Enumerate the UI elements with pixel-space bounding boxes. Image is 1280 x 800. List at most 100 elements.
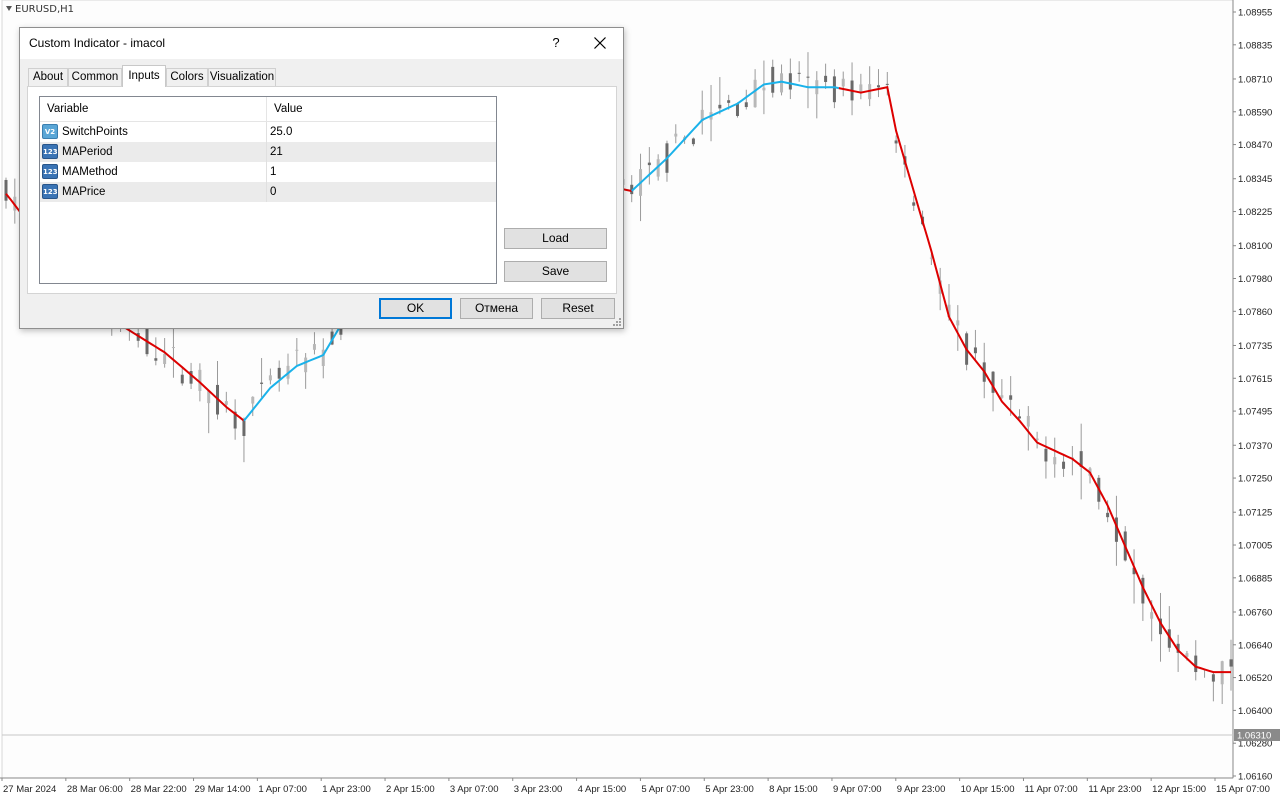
- column-header-value[interactable]: Value: [267, 97, 496, 122]
- value-cell[interactable]: 1: [267, 162, 496, 182]
- time-label: 12 Apr 15:00: [1152, 784, 1206, 795]
- candle-body: [885, 83, 889, 85]
- candle-body: [727, 100, 731, 103]
- load-button[interactable]: Load: [504, 228, 607, 249]
- price-label: 1.06885: [1238, 573, 1272, 584]
- help-button[interactable]: ?: [544, 31, 568, 55]
- close-button[interactable]: [585, 31, 615, 55]
- candle-body: [797, 72, 801, 74]
- time-label: 15 Apr 07:00: [1216, 784, 1270, 795]
- candle-body: [1229, 659, 1233, 667]
- table-row[interactable]: 123 MAPeriod 21: [40, 142, 496, 162]
- candle-body: [1106, 512, 1110, 518]
- time-label: 28 Mar 06:00: [67, 784, 123, 795]
- price-label: 1.08590: [1238, 107, 1272, 118]
- reset-button[interactable]: Reset: [541, 298, 615, 319]
- candle-body: [224, 401, 228, 405]
- price-label: 1.07495: [1238, 407, 1272, 418]
- tab-about[interactable]: About: [28, 68, 68, 87]
- candle-body: [832, 76, 836, 103]
- cancel-button[interactable]: Отмена: [460, 298, 533, 319]
- resize-grip-icon[interactable]: [613, 318, 621, 326]
- variable-cell: 123 MAPrice: [40, 182, 267, 202]
- candle-body: [788, 73, 792, 90]
- time-label: 5 Apr 07:00: [641, 784, 690, 795]
- column-header-variable[interactable]: Variable: [40, 97, 267, 122]
- candle-body: [762, 87, 766, 91]
- variable-name: SwitchPoints: [62, 126, 128, 138]
- table-row[interactable]: 123 MAMethod 1: [40, 162, 496, 182]
- time-label: 3 Apr 23:00: [514, 784, 563, 795]
- time-label: 10 Apr 15:00: [961, 784, 1015, 795]
- time-label: 9 Apr 23:00: [897, 784, 946, 795]
- price-label: 1.06520: [1238, 673, 1272, 684]
- tab-inputs[interactable]: Inputs: [122, 65, 166, 87]
- time-label: 5 Apr 23:00: [705, 784, 754, 795]
- candle-body: [163, 353, 167, 364]
- candle-body: [277, 367, 281, 379]
- candle-body: [1009, 395, 1013, 400]
- price-label: 1.06640: [1238, 640, 1272, 651]
- value-cell[interactable]: 25.0: [267, 122, 496, 142]
- candle-body: [1211, 674, 1215, 682]
- save-button[interactable]: Save: [504, 261, 607, 282]
- price-label: 1.06400: [1238, 706, 1272, 717]
- candle-body: [251, 396, 255, 404]
- tab-colors[interactable]: Colors: [166, 68, 208, 87]
- int-type-icon: 123: [42, 144, 58, 159]
- variable-cell: 123 MAPeriod: [40, 142, 267, 162]
- time-label: 28 Mar 22:00: [131, 784, 187, 795]
- price-label: 1.07125: [1238, 508, 1272, 519]
- price-label: 1.06160: [1238, 772, 1272, 783]
- variable-cell: 123 MAMethod: [40, 162, 267, 182]
- table-row[interactable]: V2 SwitchPoints 25.0: [40, 122, 496, 142]
- double-type-icon: V2: [42, 124, 58, 139]
- price-label: 1.08955: [1238, 8, 1272, 19]
- candle-body: [691, 138, 695, 145]
- candle-body: [735, 103, 739, 116]
- time-label: 4 Apr 15:00: [578, 784, 627, 795]
- candle-body: [744, 102, 748, 108]
- price-label: 1.08100: [1238, 241, 1272, 252]
- candle-body: [1044, 448, 1048, 462]
- price-label: 1.07250: [1238, 474, 1272, 485]
- value-cell[interactable]: 21: [267, 142, 496, 162]
- candle-body: [295, 349, 299, 351]
- inputs-table: Variable Value V2 SwitchPoints 25.0 123 MA…: [39, 96, 497, 284]
- variable-name: MAMethod: [62, 166, 118, 178]
- candle-body: [1053, 457, 1057, 465]
- candle-body: [912, 202, 916, 206]
- candle-body: [4, 179, 8, 201]
- candle-body: [973, 347, 977, 354]
- tab-visualization[interactable]: Visualization: [208, 68, 276, 87]
- symbol-label: EURUSD,H1: [6, 4, 74, 15]
- time-label: 8 Apr 15:00: [769, 784, 818, 795]
- price-label: 1.07860: [1238, 307, 1272, 318]
- price-label: 1.08345: [1238, 174, 1272, 185]
- candle-body: [894, 140, 898, 144]
- inputs-panel: Variable Value V2 SwitchPoints 25.0 123 MA…: [27, 86, 617, 294]
- candle-body: [824, 75, 828, 82]
- dropdown-arrow-icon[interactable]: [6, 6, 12, 11]
- candle-body: [771, 66, 775, 93]
- time-label: 2 Apr 15:00: [386, 784, 435, 795]
- variable-cell: V2 SwitchPoints: [40, 122, 267, 142]
- symbol-name: EURUSD,H1: [15, 4, 75, 15]
- table-row[interactable]: 123 MAPrice 0: [40, 182, 496, 202]
- candle-body: [242, 420, 246, 436]
- time-label: 1 Apr 07:00: [258, 784, 307, 795]
- ok-button[interactable]: OK: [379, 298, 452, 319]
- candle-body: [859, 84, 863, 92]
- tab-common[interactable]: Common: [68, 68, 122, 87]
- candle-body: [171, 347, 175, 349]
- table-header: Variable Value: [40, 97, 496, 122]
- value-cell[interactable]: 0: [267, 182, 496, 202]
- candle-body: [647, 162, 651, 166]
- variable-name: MAPrice: [62, 186, 106, 198]
- candle-body: [1062, 461, 1066, 469]
- close-icon: [594, 37, 606, 49]
- dialog-title: Custom Indicator - imacol: [29, 36, 166, 50]
- candle-body: [841, 78, 845, 87]
- dialog-titlebar[interactable]: Custom Indicator - imacol ?: [20, 28, 623, 59]
- time-label: 29 Mar 14:00: [195, 784, 251, 795]
